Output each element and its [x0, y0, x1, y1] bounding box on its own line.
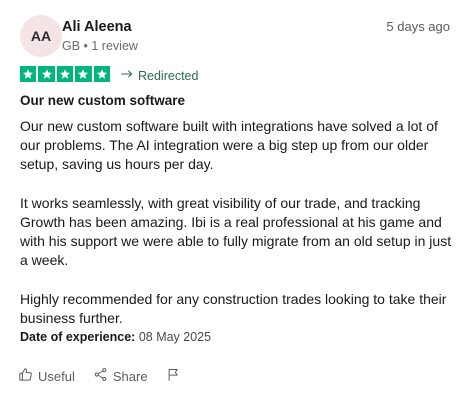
review-actions: Useful Share	[18, 367, 199, 385]
review-date-ago: 5 days ago	[386, 19, 450, 34]
review-body: Our new custom software built with integ…	[20, 117, 460, 347]
review-title[interactable]: Our new custom software	[20, 93, 185, 108]
share-icon	[93, 367, 108, 385]
useful-button[interactable]: Useful	[18, 367, 75, 385]
review-paragraph: Highly recommended for any construction …	[20, 290, 447, 326]
redirected-link[interactable]: Redirected	[120, 67, 198, 84]
flag-icon	[166, 367, 181, 385]
redirected-label: Redirected	[138, 68, 199, 83]
star-rating	[20, 66, 110, 83]
thumbs-up-icon	[18, 367, 33, 385]
share-button[interactable]: Share	[93, 367, 148, 385]
star-icon	[93, 66, 110, 83]
experience-label: Date of experience:	[20, 330, 136, 344]
star-icon	[56, 66, 74, 83]
star-icon	[75, 66, 92, 83]
share-label: Share	[112, 368, 148, 384]
reviewer-meta: GB • 1 review	[62, 39, 138, 53]
star-icon	[20, 66, 37, 83]
useful-label: Useful	[38, 368, 75, 384]
review-paragraph: Our new custom software built with integ…	[20, 118, 438, 173]
report-button[interactable]	[166, 367, 181, 385]
review-paragraph: It works seamlessly, with great visibili…	[20, 194, 452, 269]
star-icon	[38, 66, 55, 83]
experience-date: 08 May 2025	[138, 330, 212, 344]
date-of-experience: Date of experience: 08 May 2025	[20, 330, 211, 344]
review-card: AA Ali Aleena GB • 1 review 5 days ago R…	[0, 0, 474, 404]
arrow-right-icon	[120, 67, 134, 84]
reviewer-name[interactable]: Ali Aleena	[62, 19, 132, 35]
avatar[interactable]: AA	[20, 15, 62, 57]
